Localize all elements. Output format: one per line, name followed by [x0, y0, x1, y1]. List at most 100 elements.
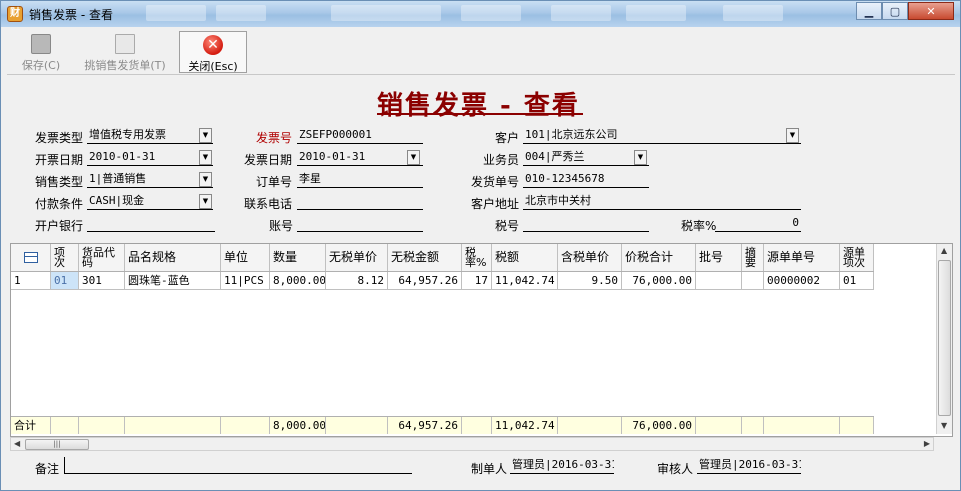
scroll-down-icon[interactable]: ▼ [941, 421, 947, 430]
product-code-cell[interactable]: 301 [79, 272, 125, 289]
invoice-lines-grid[interactable]: 项次 货品代码 品名规格 单位 数量 无税单价 无税金额 税率% 税额 含税单价… [10, 243, 953, 437]
product-name-cell[interactable]: 圆珠笔-蓝色 [125, 272, 221, 289]
document-icon [115, 34, 135, 54]
column-header[interactable]: 货品代码 [79, 244, 125, 271]
column-header[interactable]: 价税合计 [622, 244, 696, 271]
column-header[interactable]: 摘要 [742, 244, 764, 271]
pick-shipment-button[interactable]: 挑销售发货单(T) [77, 31, 173, 73]
horizontal-scroll-thumb[interactable]: ||| [25, 439, 89, 450]
line-item-cell[interactable]: 01 [51, 272, 79, 289]
column-header[interactable]: 数量 [270, 244, 326, 271]
billing-date-field[interactable]: 2010-01-31 [87, 149, 213, 166]
shipping-no-field[interactable]: 010-12345678 [523, 171, 649, 188]
tax-no-field[interactable] [523, 215, 649, 232]
total-cell[interactable]: 76,000.00 [622, 272, 696, 289]
table-row[interactable]: 1 01 301 圆珠笔-蓝色 11|PCS 8,000.00 8.12 64,… [11, 272, 874, 290]
save-button-label: 保存(C) [21, 59, 61, 72]
issue-date-field[interactable]: 2010-01-31 [297, 149, 423, 166]
tax-rate-field[interactable]: 0 [715, 215, 801, 232]
batch-cell[interactable] [696, 272, 742, 289]
close-button-label: 关闭(Esc) [188, 60, 238, 73]
background-blur [626, 5, 686, 21]
column-header[interactable]: 无税单价 [326, 244, 388, 271]
column-header[interactable]: 源单项次 [840, 244, 874, 271]
column-header[interactable]: 品名规格 [125, 244, 221, 271]
customer-address-field[interactable]: 北京市中关村 [523, 193, 801, 210]
title-bar[interactable]: 财 销售发票 - 查看 ▁ ▢ ✕ [1, 1, 960, 27]
total-label: 合计 [11, 417, 51, 434]
app-logo-icon[interactable]: 财 [7, 6, 23, 22]
tax-rate-cell[interactable]: 17 [462, 272, 492, 289]
save-button[interactable]: 保存(C) [15, 31, 67, 73]
source-no-cell[interactable]: 00000002 [764, 272, 840, 289]
tax-incl-price-cell[interactable]: 9.50 [558, 272, 622, 289]
remark-label: 备注 [35, 462, 60, 476]
tax-rate-label: 税率% [681, 219, 717, 233]
sales-type-select[interactable]: 1|普通销售 [87, 171, 213, 188]
customer-label: 客户 [495, 131, 520, 145]
unit-cell[interactable]: 11|PCS [221, 272, 270, 289]
chevron-down-icon[interactable]: ▼ [199, 194, 212, 209]
maximize-icon[interactable]: ▢ [882, 2, 908, 20]
tax-no-label: 税号 [495, 219, 520, 233]
chevron-down-icon[interactable]: ▼ [199, 172, 212, 187]
column-header[interactable]: 批号 [696, 244, 742, 271]
chevron-down-icon[interactable]: ▼ [786, 128, 799, 143]
account-field[interactable] [297, 215, 423, 232]
tax-amount-cell[interactable]: 11,042.74 [492, 272, 558, 289]
close-button[interactable]: ✕ 关闭(Esc) [179, 31, 247, 73]
chevron-down-icon[interactable]: ▼ [199, 150, 212, 165]
creator-label: 制单人 [471, 462, 508, 476]
bank-field[interactable] [87, 215, 215, 232]
background-blur [723, 5, 783, 21]
amount-cell[interactable]: 64,957.26 [388, 272, 462, 289]
chevron-down-icon[interactable]: ▼ [634, 150, 647, 165]
salesperson-select[interactable]: 004|严秀兰 [523, 149, 649, 166]
phone-label: 联系电话 [244, 197, 293, 211]
minimize-icon[interactable]: ▁ [856, 2, 882, 20]
customer-address-label: 客户地址 [471, 197, 520, 211]
column-header[interactable]: 税率% [462, 244, 492, 271]
total-row: 合计 8,000.00 64,957.26 11,042.74 76,000.0… [11, 416, 874, 434]
customer-select[interactable]: 101|北京远东公司 [523, 127, 801, 144]
column-header[interactable]: 源单单号 [764, 244, 840, 271]
total-empty-cell [840, 417, 874, 434]
vertical-scroll-thumb[interactable] [938, 260, 951, 416]
background-blur [551, 5, 611, 21]
grid-settings-button[interactable] [11, 244, 51, 271]
grid-icon [23, 252, 38, 263]
total-quantity: 8,000.00 [270, 417, 326, 434]
source-item-cell[interactable]: 01 [840, 272, 874, 289]
memo-cell[interactable] [742, 272, 764, 289]
reviewer-label: 审核人 [657, 462, 694, 476]
total-empty-cell [742, 417, 764, 434]
salesperson-label: 业务员 [483, 153, 520, 167]
issue-date-label: 发票日期 [244, 153, 293, 167]
close-icon[interactable]: ✕ [908, 2, 954, 20]
column-header[interactable]: 含税单价 [558, 244, 622, 271]
invoice-window: 财 销售发票 - 查看 ▁ ▢ ✕ 保存(C) 挑销售发货单(T) ✕ 关闭(E… [0, 0, 961, 491]
horizontal-scrollbar[interactable]: ◀ ||| ▶ [10, 437, 934, 451]
grid-header: 项次 货品代码 品名规格 单位 数量 无税单价 无税金额 税率% 税额 含税单价… [11, 244, 874, 272]
column-header[interactable]: 税额 [492, 244, 558, 271]
total-empty-cell [51, 417, 79, 434]
invoice-no-field[interactable]: ZSEFP000001 [297, 127, 423, 144]
phone-field[interactable] [297, 193, 423, 210]
scroll-up-icon[interactable]: ▲ [941, 246, 947, 255]
order-no-field[interactable]: 李星 [297, 171, 423, 188]
scroll-right-icon[interactable]: ▶ [924, 439, 930, 448]
unit-price-cell[interactable]: 8.12 [326, 272, 388, 289]
payment-terms-select[interactable]: CASH|现金 [87, 193, 213, 210]
chevron-down-icon[interactable]: ▼ [407, 150, 420, 165]
vertical-scrollbar[interactable]: ▲ ▼ [936, 244, 952, 434]
invoice-type-select[interactable]: 增值税专用发票 [87, 127, 213, 144]
scroll-left-icon[interactable]: ◀ [14, 439, 20, 448]
chevron-down-icon[interactable]: ▼ [199, 128, 212, 143]
column-header[interactable]: 项次 [51, 244, 79, 271]
remark-field[interactable] [64, 457, 412, 474]
column-header[interactable]: 单位 [221, 244, 270, 271]
column-header[interactable]: 无税金额 [388, 244, 462, 271]
background-blur [331, 5, 441, 21]
form-title: 销售发票 - 查看 [377, 91, 580, 121]
quantity-cell[interactable]: 8,000.00 [270, 272, 326, 289]
